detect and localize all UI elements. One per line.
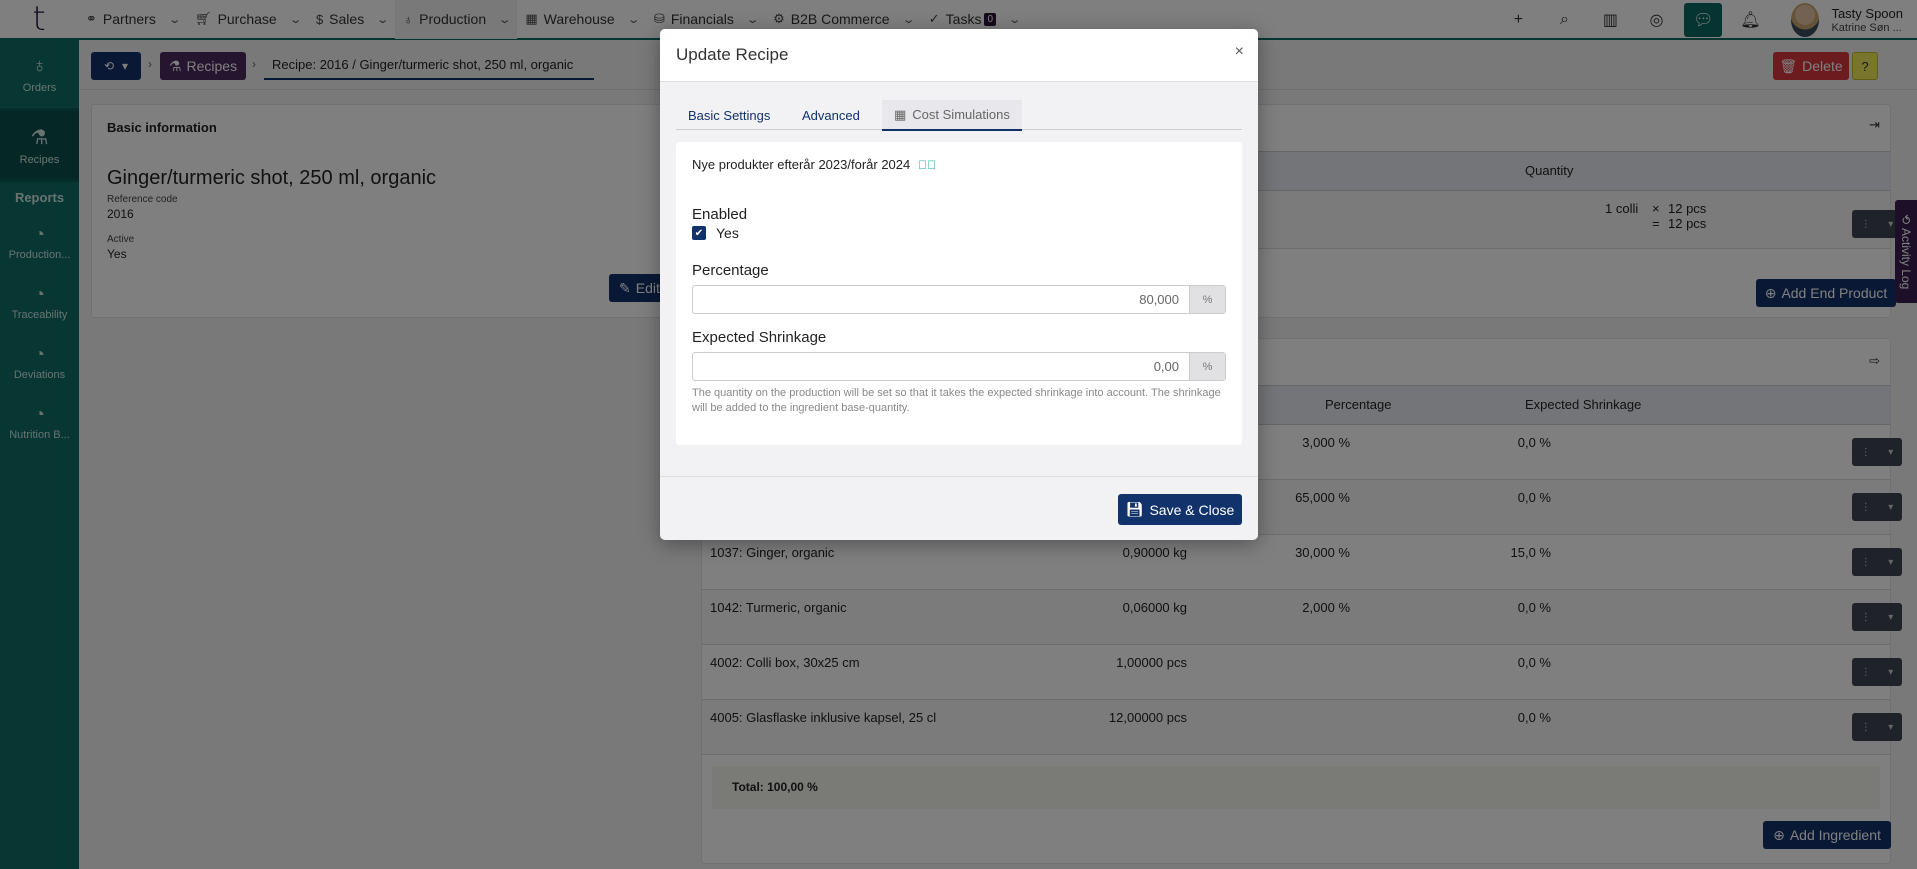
save-close-button[interactable]: 💾︎ Save & Close xyxy=(1118,494,1242,525)
tab-basic-settings[interactable]: Basic Settings xyxy=(676,100,782,130)
cost-simulation-panel: Nye produkter efterår 2023/forår 2024 ✓⃝ … xyxy=(676,142,1242,445)
shrinkage-label: Expected Shrinkage xyxy=(692,329,827,346)
tab-cost-simulations[interactable]: ▦ Cost Simulations xyxy=(882,100,1022,131)
button-label: Save & Close xyxy=(1149,501,1235,518)
close-icon[interactable]: × xyxy=(1235,43,1244,61)
modal-title: Update Recipe xyxy=(676,45,789,64)
modal-footer: 💾︎ Save & Close xyxy=(660,476,1258,540)
percentage-field: % xyxy=(692,285,1226,314)
update-recipe-modal: Update Recipe × Basic Settings Advanced … xyxy=(660,29,1258,540)
enabled-label: Enabled xyxy=(692,206,748,223)
calculator-icon: ▦ xyxy=(894,106,907,122)
tab-advanced[interactable]: Advanced xyxy=(790,100,872,130)
shrinkage-hint: The quantity on the production will be s… xyxy=(692,387,1221,414)
check-circle-icon: ✓⃝ xyxy=(918,158,937,172)
percent-addon: % xyxy=(1189,286,1225,313)
shrinkage-input[interactable] xyxy=(693,353,1189,380)
enabled-checkbox[interactable]: ✔ xyxy=(692,226,706,240)
enabled-option-label[interactable]: Yes xyxy=(716,225,739,241)
modal-header: Update Recipe × xyxy=(660,29,1258,82)
percentage-label: Percentage xyxy=(692,262,769,279)
shrinkage-field: % xyxy=(692,352,1226,381)
percentage-input[interactable] xyxy=(693,286,1189,313)
modal-tabs: Basic Settings Advanced ▦ Cost Simulation… xyxy=(676,100,1242,131)
simulation-name: Nye produkter efterår 2023/forår 2024 ✓⃝ xyxy=(692,157,936,172)
save-icon: 💾︎ xyxy=(1125,501,1144,517)
simulation-name-text: Nye produkter efterår 2023/forår 2024 xyxy=(692,157,911,172)
check-icon: ✔ xyxy=(694,227,704,239)
tab-label: Cost Simulations xyxy=(912,107,1010,122)
percent-addon: % xyxy=(1189,353,1225,380)
